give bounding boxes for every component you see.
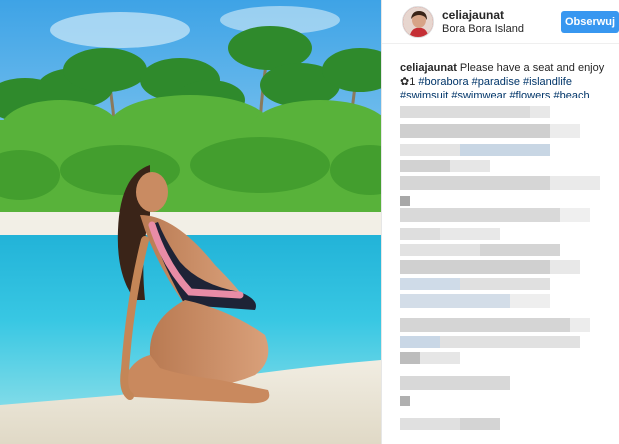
post-photo[interactable]	[0, 0, 381, 444]
pixelated-comments	[382, 98, 619, 444]
caption-username[interactable]: celiajaunat	[400, 62, 457, 74]
follow-button[interactable]: Obserwuj	[561, 11, 619, 33]
post-sidebar: celiajaunat Bora Bora Island Obserwuj ce…	[381, 0, 619, 444]
avatar-image	[403, 7, 433, 37]
hashtag-link[interactable]: #borabora	[418, 76, 468, 88]
post-username[interactable]: celiajaunat	[442, 8, 504, 22]
caption-emoji: ✿1	[400, 76, 416, 88]
avatar[interactable]	[402, 6, 434, 38]
pixelated-comments-image	[382, 98, 619, 444]
post-location[interactable]: Bora Bora Island	[442, 23, 524, 35]
post-caption: celiajaunat Please have a seat and enjoy…	[400, 61, 615, 103]
caption-text: Please have a seat and enjoy	[459, 62, 605, 74]
hashtag-link[interactable]: #paradise	[472, 76, 520, 88]
post-header: celiajaunat Bora Bora Island Obserwuj	[382, 0, 619, 44]
hashtag-link[interactable]: #islandlife	[523, 76, 572, 88]
beach-photo-image	[0, 0, 381, 444]
